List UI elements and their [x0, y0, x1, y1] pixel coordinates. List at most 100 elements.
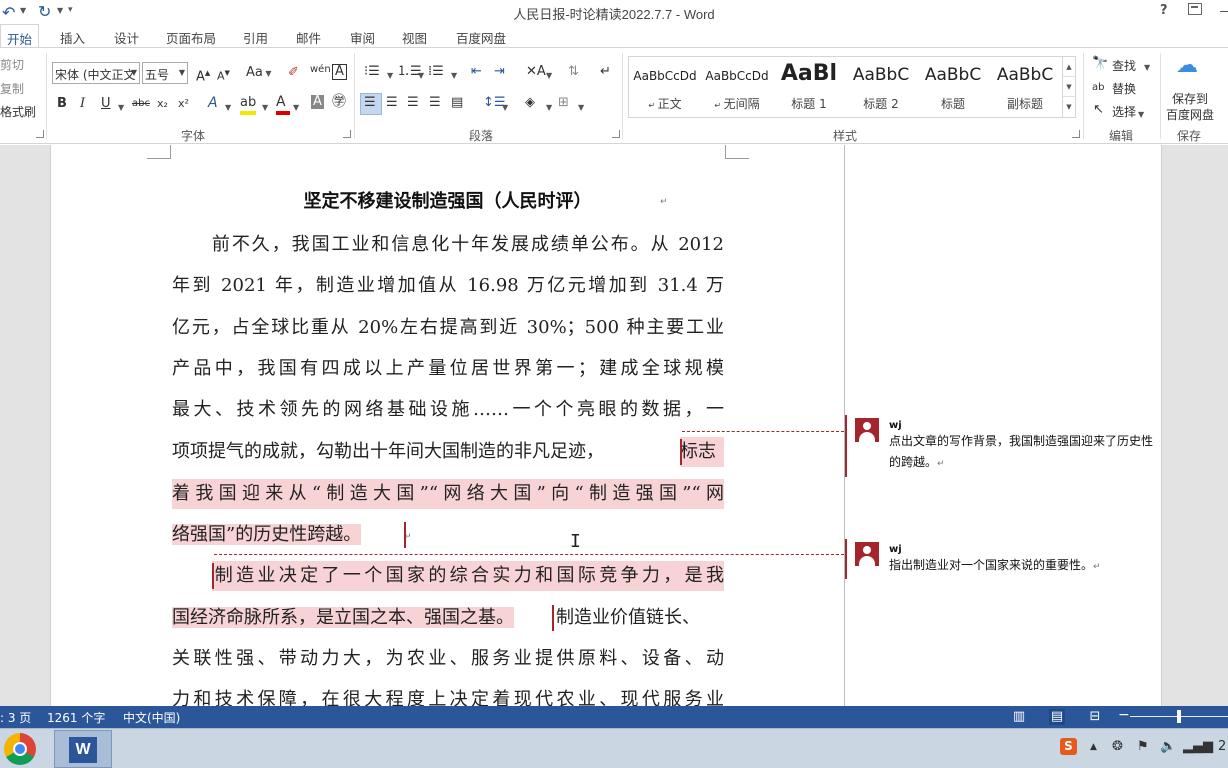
tab-insert[interactable]: 插入 — [60, 28, 85, 47]
save-to-baidu-button[interactable]: ☁ 保存到 百度网盘 — [1163, 54, 1217, 124]
character-border-icon[interactable]: A — [332, 64, 347, 80]
italic-icon[interactable]: I — [80, 96, 85, 112]
find-button[interactable]: 查找 — [1112, 57, 1136, 74]
style-normal[interactable]: AaBbCcDd ↵ 正文 — [629, 57, 701, 117]
tab-baidu-netdisk[interactable]: 百度网盘 — [456, 28, 506, 47]
cut-button[interactable]: 剪切 — [0, 56, 24, 73]
phonetic-guide-icon[interactable]: wén — [310, 62, 331, 78]
show-marks-icon[interactable]: ↵ — [600, 64, 611, 80]
clock[interactable]: 2 — [1218, 739, 1226, 754]
borders-icon[interactable]: ⊞ — [558, 95, 569, 111]
chevron-down-icon[interactable]: ▼ — [387, 68, 393, 84]
chevron-down-icon[interactable]: ▼ — [1144, 60, 1150, 76]
clear-formatting-icon[interactable]: ✐ — [288, 65, 299, 81]
zoom-out-icon[interactable]: − — [1118, 707, 1130, 723]
print-layout-icon[interactable]: ▤ — [1049, 709, 1065, 725]
superscript-icon[interactable]: x² — [178, 96, 189, 112]
signal-icon[interactable]: ▂▄▆ — [1183, 739, 1213, 754]
comment-text: 指出制造业对一个国家来说的重要性。↵ — [889, 558, 1101, 572]
tab-references[interactable]: 引用 — [243, 28, 268, 47]
network-tray-icon[interactable]: ⚑ — [1137, 739, 1149, 754]
replace-button[interactable]: 替换 — [1112, 80, 1136, 97]
word-taskbar-button[interactable]: W — [54, 730, 112, 768]
change-case-icon[interactable]: Aa ▼ — [246, 65, 272, 82]
bullets-icon[interactable]: ⁝☰ — [364, 64, 380, 80]
increase-indent-icon[interactable]: ⇥ — [494, 64, 505, 80]
subscript-icon[interactable]: x₂ — [157, 96, 168, 112]
chevron-down-icon[interactable]: ▼ — [546, 100, 552, 116]
shrink-font-icon[interactable]: A▼ — [217, 65, 230, 85]
scroll-up-icon[interactable]: ▲ — [1063, 57, 1075, 77]
minimize-button[interactable] — [1220, 11, 1228, 12]
chevron-down-icon[interactable]: ▼ — [578, 100, 584, 116]
decrease-indent-icon[interactable]: ⇤ — [471, 64, 482, 80]
chevron-down-icon[interactable]: ▼ — [502, 100, 508, 116]
align-left-icon[interactable]: ☰ — [364, 95, 376, 111]
text-line: 最大、技术领先的网络基础设施……一个个亮眼的数据，一 — [172, 399, 724, 420]
show-hidden-icons-icon[interactable]: ▲ — [1090, 742, 1097, 752]
tab-layout[interactable]: 页面布局 — [166, 28, 216, 47]
tab-design[interactable]: 设计 — [114, 28, 139, 47]
style-no-spacing[interactable]: AaBbCcDd ↵ 无间隔 — [701, 57, 773, 117]
chevron-down-icon[interactable]: ▼ — [546, 68, 552, 84]
align-center-icon[interactable]: ☰ — [386, 95, 398, 111]
format-painter-button[interactable]: 格式刷 — [0, 103, 36, 120]
page-count[interactable]: : 3 页 — [0, 709, 31, 726]
crop-mark — [147, 145, 171, 159]
chevron-down-icon[interactable]: ▼ — [262, 100, 268, 116]
zoom-slider-thumb[interactable] — [1177, 710, 1181, 723]
read-mode-icon[interactable]: ▥ — [1011, 709, 1027, 725]
font-size-dropdown[interactable]: 五号 ▼ — [142, 62, 188, 84]
shading-icon[interactable]: ◈ — [525, 95, 535, 111]
distributed-icon[interactable]: ▤ — [451, 95, 463, 111]
strikethrough-icon[interactable]: abc — [132, 96, 150, 112]
styles-more-icon[interactable]: ▼ — [1063, 97, 1075, 117]
bold-icon[interactable]: B — [57, 96, 67, 112]
chevron-down-icon[interactable]: ▼ — [418, 68, 424, 84]
character-shading-icon[interactable]: A — [311, 95, 324, 109]
ribbon-display-options-button[interactable] — [1188, 3, 1202, 15]
align-right-icon[interactable]: ☰ — [407, 95, 419, 111]
chevron-down-icon[interactable]: ▼ — [225, 100, 231, 116]
scroll-down-icon[interactable]: ▼ — [1063, 77, 1075, 97]
font-color-icon[interactable]: A — [276, 94, 290, 115]
chevron-down-icon[interactable]: ▼ — [451, 68, 457, 84]
sogou-ime-icon[interactable]: S — [1060, 738, 1077, 755]
font-name-dropdown[interactable]: 宋体 (中文正文 ▼ — [52, 62, 140, 84]
underline-icon[interactable]: U — [101, 96, 111, 112]
style-subtitle[interactable]: AaBbC 副标题 — [989, 57, 1061, 117]
tab-mailings[interactable]: 邮件 — [296, 28, 321, 47]
volume-icon[interactable]: 🔈 — [1160, 739, 1176, 754]
help-button[interactable]: ? — [1160, 3, 1168, 18]
settings-tray-icon[interactable]: ❂ — [1112, 739, 1123, 754]
tab-review[interactable]: 审阅 — [350, 28, 375, 47]
justify-icon[interactable]: ☰ — [429, 95, 441, 111]
chevron-down-icon[interactable]: ▼ — [118, 100, 124, 116]
multilevel-list-icon[interactable]: ⁞☰ — [428, 64, 444, 80]
text-effects-icon[interactable]: A — [208, 95, 218, 111]
style-heading-1[interactable]: AaBl 标题 1 — [773, 57, 845, 117]
select-button[interactable]: 选择 — [1112, 103, 1136, 120]
word-count[interactable]: 1261 个字 — [47, 709, 105, 726]
enclose-characters-icon[interactable]: ㊫ — [332, 94, 346, 110]
chevron-down-icon[interactable]: ▼ — [293, 100, 299, 116]
font-size-value: 五号 — [145, 68, 170, 82]
font-launcher-icon[interactable] — [343, 130, 351, 138]
text-line: 制造业价值链长、 — [556, 607, 700, 628]
grow-font-icon[interactable]: A▲ — [196, 65, 210, 85]
chevron-down-icon[interactable]: ▼ — [1138, 107, 1144, 123]
style-heading-2[interactable]: AaBbC 标题 2 — [845, 57, 917, 117]
sort-icon[interactable]: ⇅ — [568, 64, 579, 80]
paragraph-launcher-icon[interactable] — [612, 130, 620, 138]
clipboard-launcher-icon[interactable] — [36, 130, 44, 138]
tab-home[interactable]: 开始 — [0, 24, 40, 48]
language-status[interactable]: 中文(中国) — [123, 709, 180, 726]
copy-button[interactable]: 复制 — [0, 80, 24, 97]
highlight-color-icon[interactable]: ab — [240, 95, 256, 115]
style-title[interactable]: AaBbC 标题 — [917, 57, 989, 117]
chinese-layout-icon[interactable]: ✕A — [526, 64, 546, 80]
chrome-icon[interactable] — [4, 733, 36, 765]
styles-launcher-icon[interactable] — [1072, 130, 1080, 138]
tab-view[interactable]: 视图 — [402, 28, 427, 47]
web-layout-icon[interactable]: ⊟ — [1087, 709, 1103, 725]
